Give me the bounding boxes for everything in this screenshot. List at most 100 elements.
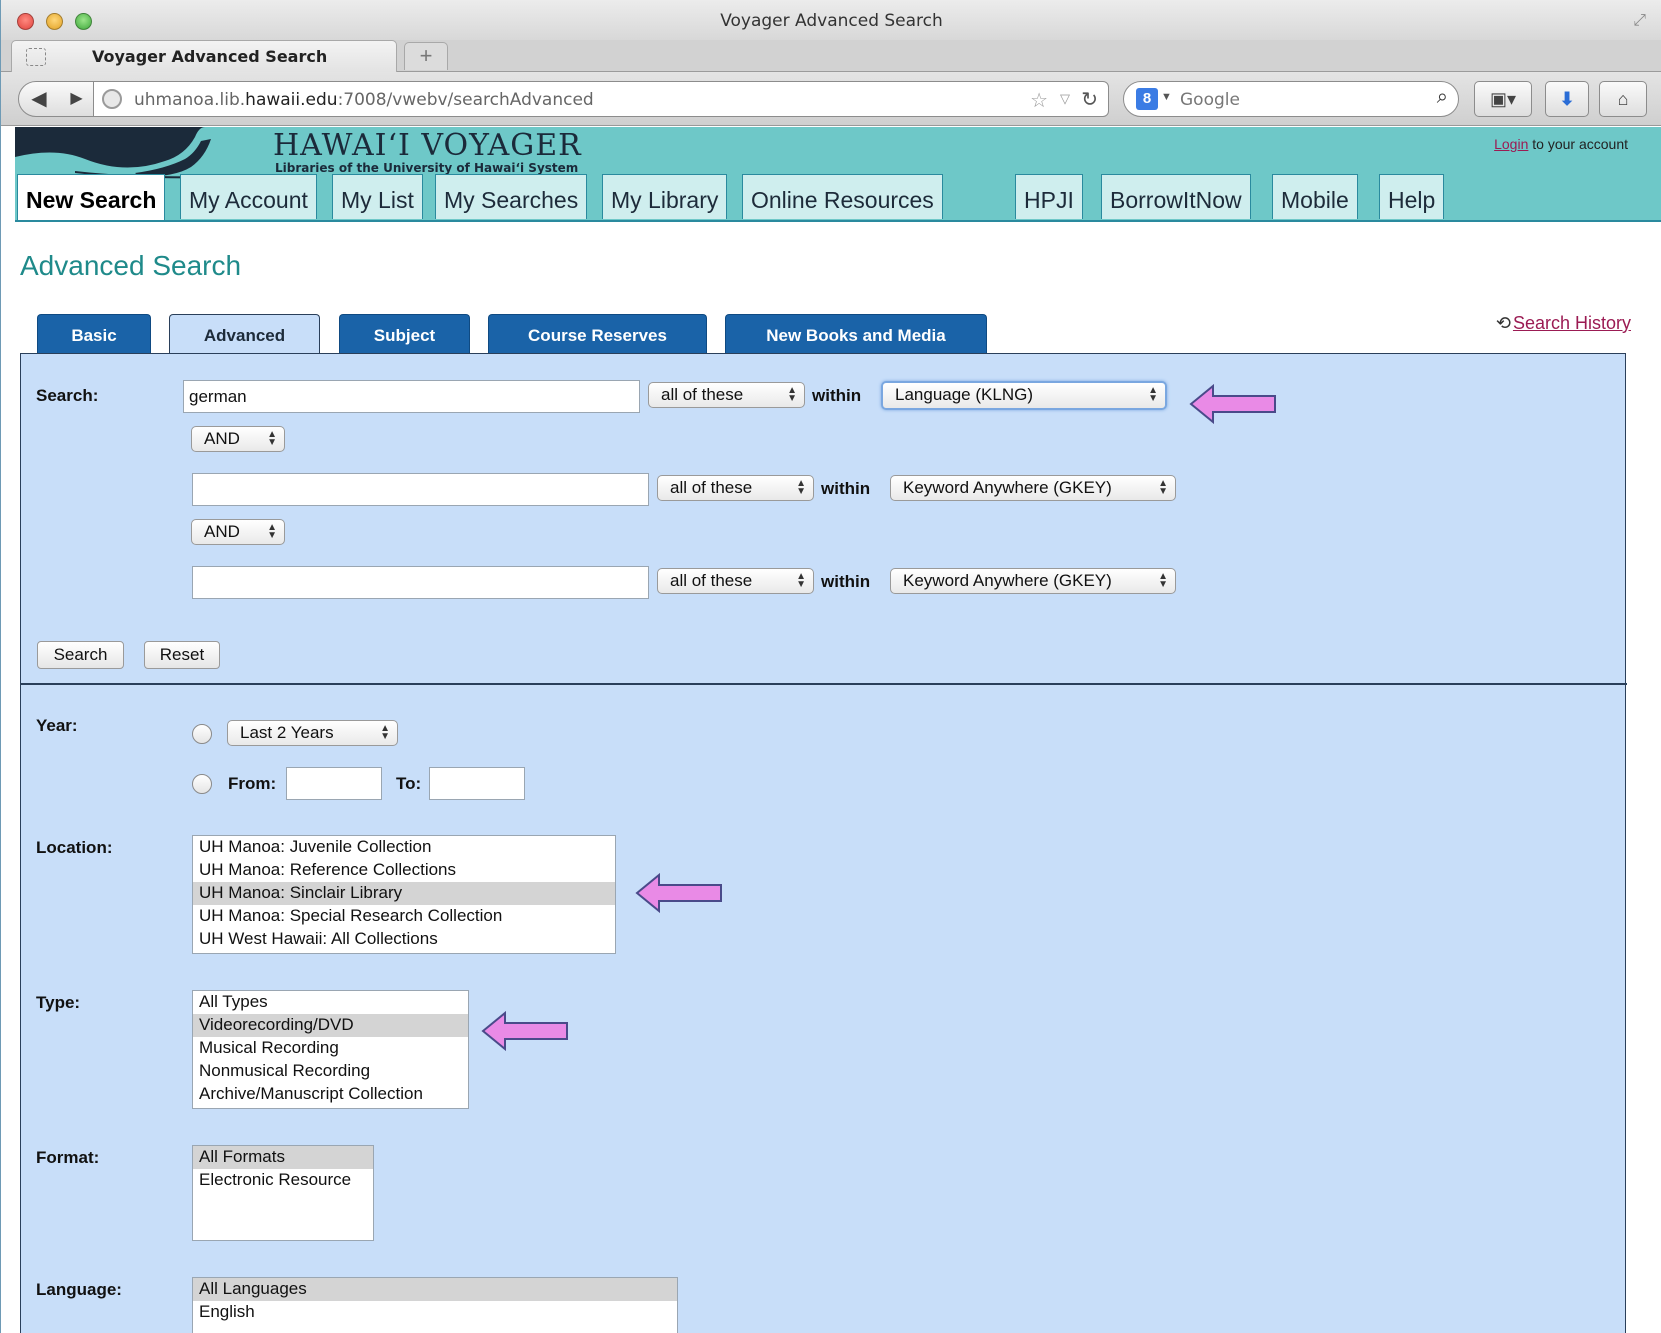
language-listbox[interactable]: All Languages English — [192, 1277, 678, 1333]
url-text[interactable]: uhmanoa.lib.hawaii.edu:7008/vwebv/search… — [134, 90, 594, 110]
nav-tab-mobile[interactable]: Mobile — [1272, 174, 1358, 219]
reload-icon[interactable]: ↻ — [1081, 87, 1098, 112]
reset-button[interactable]: Reset — [144, 641, 220, 669]
select-arrows-icon: ▲ ▼ — [267, 522, 277, 541]
select-arrows-icon: ▲ ▼ — [380, 723, 390, 742]
login-link[interactable]: Login — [1494, 136, 1528, 152]
panel-divider — [21, 683, 1627, 685]
select-arrows-icon: ▲ ▼ — [267, 429, 277, 448]
format-label: Format: — [36, 1148, 100, 1167]
location-option[interactable]: UH Manoa: Special Research Collection — [193, 905, 615, 928]
year-range-radio[interactable] — [192, 774, 212, 794]
search-history: ⟲ Search History — [1496, 313, 1631, 334]
index-select-3[interactable]: Keyword Anywhere (GKEY) ▲ ▼ — [890, 568, 1176, 594]
browser-tab-title: Voyager Advanced Search — [92, 47, 328, 66]
format-listbox[interactable]: All Formats Electronic Resource — [192, 1145, 374, 1241]
fullscreen-icon[interactable]: ⤢ — [1633, 12, 1646, 30]
web-search-input[interactable]: 8 ▼ Google ⌕ — [1123, 81, 1459, 117]
nav-tab-my-searches[interactable]: My Searches — [435, 174, 588, 219]
chevron-down-icon[interactable]: ▼ — [1161, 91, 1172, 103]
nav-tab-my-account[interactable]: My Account — [180, 174, 317, 219]
index-select-1[interactable]: Language (KLNG) ▲ ▼ — [881, 381, 1167, 410]
nav-tab-my-library[interactable]: My Library — [602, 174, 728, 219]
arrow-annotation-icon — [1189, 384, 1276, 424]
nav-tab-borrowitnow[interactable]: BorrowItNow — [1101, 174, 1251, 219]
forward-icon: ▶ — [70, 90, 83, 107]
within-label-3: within — [821, 572, 871, 591]
type-listbox[interactable]: All Types Videorecording/DVD Musical Rec… — [192, 990, 469, 1109]
title-bar: Voyager Advanced Search ⤢ — [1, 0, 1661, 44]
within-label-2: within — [821, 479, 871, 498]
home-button[interactable]: ⌂ — [1599, 81, 1647, 117]
select-arrows-icon: ▲ ▼ — [1158, 478, 1168, 497]
tab-course-reserves[interactable]: Course Reserves — [488, 314, 707, 354]
location-option[interactable]: UH West Hawaii: All Collections — [193, 928, 615, 951]
google-icon[interactable]: 8 — [1136, 88, 1158, 110]
language-option[interactable]: English — [193, 1301, 677, 1324]
tab-basic[interactable]: Basic — [37, 314, 151, 354]
index-select-2[interactable]: Keyword Anywhere (GKEY) ▲ ▼ — [890, 475, 1176, 501]
star-icon[interactable]: ☆ — [1030, 88, 1048, 113]
match-select-3[interactable]: all of these ▲ ▼ — [657, 568, 814, 594]
bookmarks-icon: ▣▾ — [1489, 89, 1517, 109]
location-listbox[interactable]: UH Manoa: Juvenile Collection UH Manoa: … — [192, 835, 616, 954]
match-select-1-value: all of these — [661, 385, 744, 404]
page-title: Advanced Search — [20, 250, 242, 281]
search-input-2[interactable] — [192, 473, 649, 506]
language-option-selected[interactable]: All Languages — [193, 1278, 677, 1301]
match-select-1[interactable]: all of these ▲ ▼ — [648, 382, 805, 408]
history-icon[interactable]: ⟲ — [1496, 313, 1511, 333]
nav-tab-help[interactable]: Help — [1379, 174, 1445, 219]
search-history-link[interactable]: Search History — [1513, 313, 1631, 333]
operator-select-2[interactable]: AND ▲ ▼ — [191, 519, 285, 545]
nav-tab-online-resources[interactable]: Online Resources — [742, 174, 943, 219]
operator-select-1[interactable]: AND ▲ ▼ — [191, 426, 285, 452]
dropmark-icon[interactable]: ▽ — [1060, 91, 1070, 107]
tab-new-books-and-media[interactable]: New Books and Media — [725, 314, 987, 354]
browser-tab[interactable]: Voyager Advanced Search — [11, 40, 397, 72]
type-option[interactable]: Nonmusical Recording — [193, 1060, 468, 1083]
match-select-2[interactable]: all of these ▲ ▼ — [657, 475, 814, 501]
index-select-1-value: Language (KLNG) — [895, 385, 1033, 404]
magnifier-icon[interactable]: ⌕ — [1437, 86, 1448, 109]
type-option[interactable]: All Types — [193, 991, 468, 1014]
select-arrows-icon: ▲ ▼ — [1148, 385, 1158, 404]
site-logo — [15, 127, 265, 179]
type-option[interactable]: Archive/Manuscript Collection — [193, 1083, 468, 1106]
nav-tab-hpji[interactable]: HPJI — [1015, 174, 1083, 219]
select-arrows-icon: ▲ ▼ — [796, 478, 806, 497]
url-bar[interactable]: uhmanoa.lib.hawaii.edu:7008/vwebv/search… — [93, 81, 1109, 117]
operator-select-2-value: AND — [204, 522, 240, 541]
year-to-input[interactable] — [429, 767, 525, 800]
nav-tab-new-search[interactable]: New Search — [17, 174, 166, 221]
location-option[interactable]: UH Manoa: Reference Collections — [193, 859, 615, 882]
year-preset-select[interactable]: Last 2 Years ▲ ▼ — [227, 720, 398, 746]
type-option[interactable]: Musical Recording — [193, 1037, 468, 1060]
login-area: Login to your account — [1494, 136, 1628, 152]
format-option[interactable]: Electronic Resource — [193, 1169, 373, 1192]
year-from-input[interactable] — [286, 767, 382, 800]
tab-advanced[interactable]: Advanced — [169, 314, 320, 356]
format-option-selected[interactable]: All Formats — [193, 1146, 373, 1169]
match-select-3-value: all of these — [670, 571, 753, 590]
bookmarks-button[interactable]: ▣▾ — [1474, 81, 1532, 117]
browser-window: Voyager Advanced Search ⤢ Voyager Advanc… — [0, 0, 1661, 1333]
location-option-selected[interactable]: UH Manoa: Sinclair Library — [193, 882, 615, 905]
back-icon: ◀ — [31, 88, 47, 110]
search-input-1[interactable]: german — [183, 380, 640, 413]
download-button[interactable]: ⬇ — [1545, 81, 1589, 117]
nav-tab-my-list[interactable]: My List — [332, 174, 423, 219]
location-option[interactable]: UH Manoa: Juvenile Collection — [193, 836, 615, 859]
operator-select-1-value: AND — [204, 429, 240, 448]
navigation-toolbar: ◀ ▶ uhmanoa.lib.hawaii.edu:7008/vwebv/se… — [1, 72, 1661, 126]
new-tab-button[interactable]: + — [404, 42, 448, 70]
forward-button[interactable]: ▶ — [59, 81, 95, 117]
login-suffix: to your account — [1528, 136, 1628, 152]
type-option-selected[interactable]: Videorecording/DVD — [193, 1014, 468, 1037]
tab-subject[interactable]: Subject — [339, 314, 470, 354]
search-input-3[interactable] — [192, 566, 649, 599]
year-preset-radio[interactable] — [192, 724, 212, 744]
year-label: Year: — [36, 716, 78, 735]
search-button[interactable]: Search — [37, 641, 124, 669]
back-button[interactable]: ◀ — [18, 81, 60, 117]
